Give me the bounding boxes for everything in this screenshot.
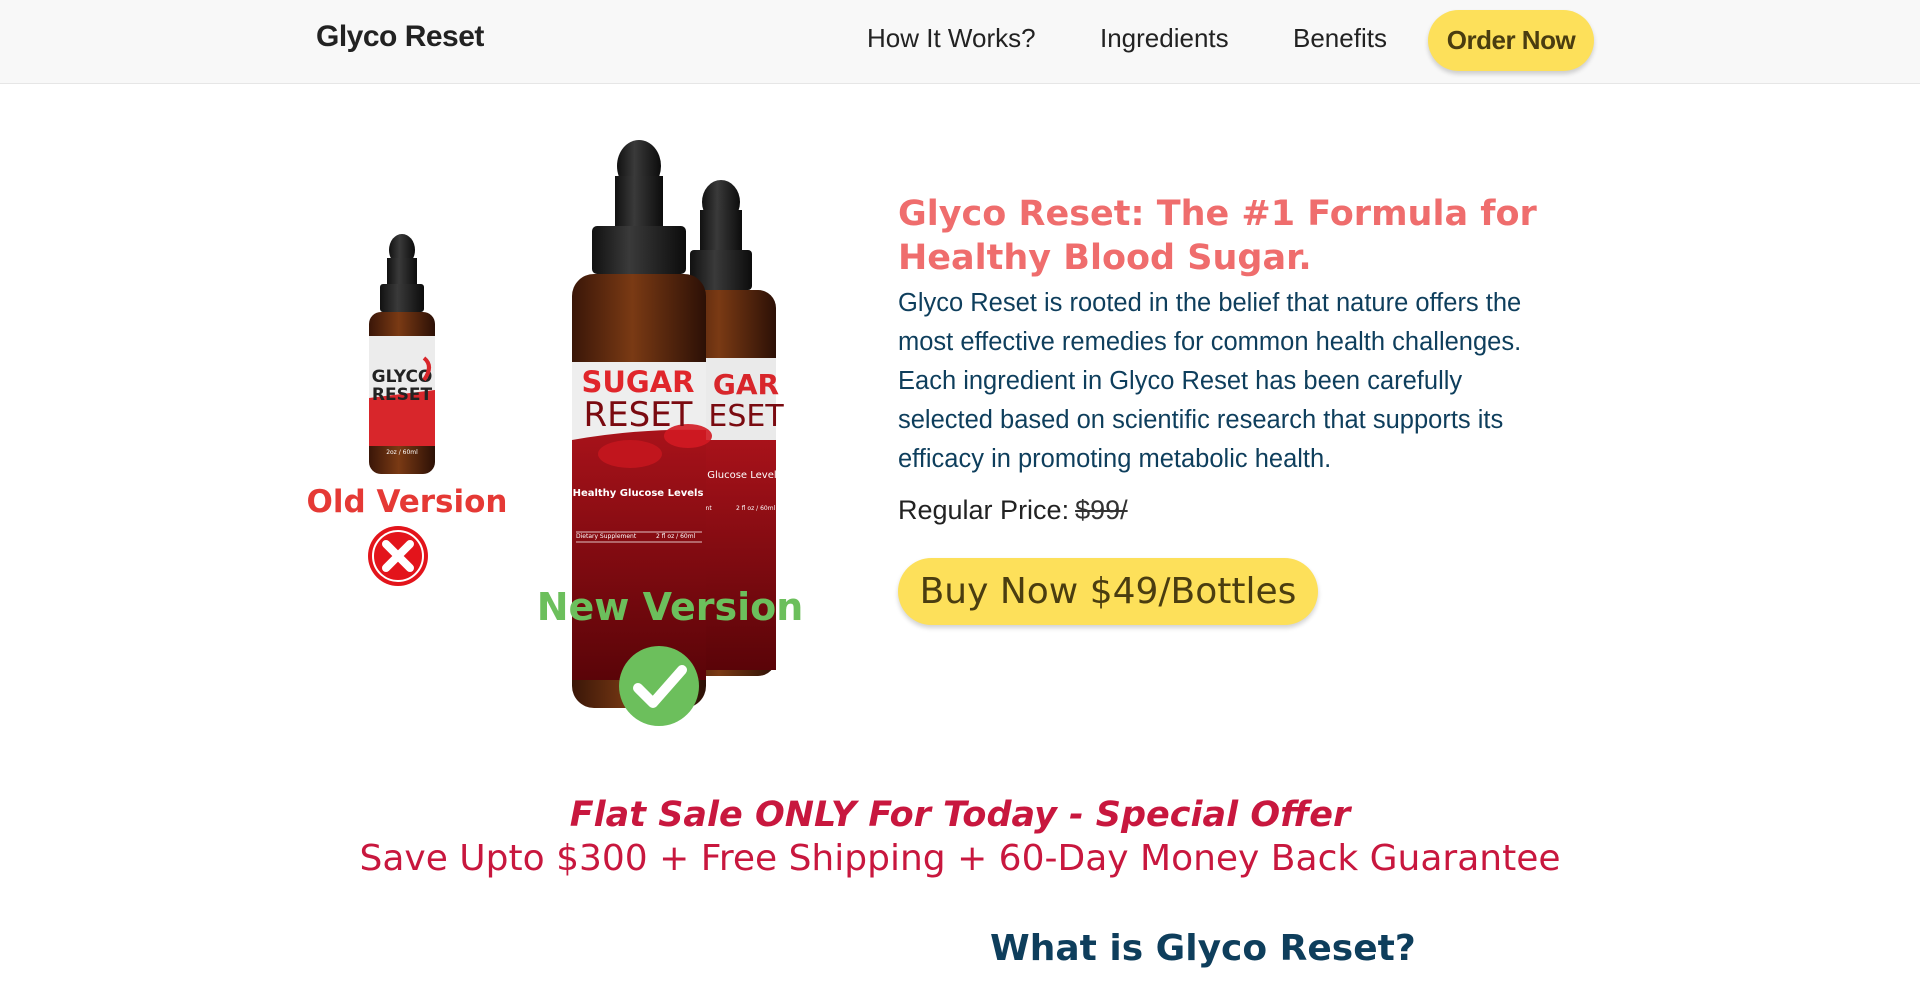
product-bottles-graphic: GLYCO RESET 2oz / 60ml Old Version GAR E… [306, 140, 804, 726]
old-bottle: GLYCO RESET 2oz / 60ml [369, 234, 435, 474]
nav-link-benefits[interactable]: Benefits [1293, 23, 1387, 54]
back-bottle-footer-right: 2 fl oz / 60ml [736, 505, 776, 512]
old-version-label: Old Version [306, 484, 507, 520]
brand-logo[interactable]: Glyco Reset [316, 20, 484, 54]
navbar: Glyco Reset How It Works? Ingredients Be… [0, 0, 1920, 84]
offer-subtitle: Save Upto $300 + Free Shipping + 60-Day … [359, 838, 1561, 879]
hero-title: Glyco Reset: The #1 Formula for Healthy … [898, 194, 1537, 278]
order-now-button[interactable]: Order Now [1428, 10, 1594, 71]
back-bottle-line1: GAR [713, 368, 779, 401]
price-row: Regular Price: $99/ [898, 495, 1128, 526]
old-bottle-size: 2oz / 60ml [386, 449, 418, 456]
front-bottle-footer-left: Dietary Supplement [576, 533, 637, 540]
old-bottle-brand-line1: GLYCO [372, 367, 433, 387]
front-bottle-line1: SUGAR [581, 365, 694, 399]
new-version-label: New Version [537, 585, 804, 629]
buy-now-button[interactable]: Buy Now $49/Bottles [898, 558, 1318, 625]
product-comparison-image: GLYCO RESET 2oz / 60ml Old Version GAR E… [300, 140, 820, 740]
checkmark-icon [619, 646, 699, 726]
front-bottle-line2: RESET [584, 395, 693, 435]
regular-price-value: $99/ [1075, 495, 1128, 525]
hero-description: Glyco Reset is rooted in the belief that… [898, 289, 1522, 473]
back-bottle-line2: ESET [708, 399, 784, 434]
old-bottle-brand-line2: RESET [372, 385, 433, 405]
section-heading-what-is: What is Glyco Reset? [990, 928, 1416, 969]
front-bottle-tagline: Healthy Glucose Levels [573, 488, 704, 499]
back-bottle-tagline: y Glucose Levels [698, 470, 782, 481]
regular-price-label: Regular Price: [898, 495, 1070, 525]
offer-title: Flat Sale ONLY For Today - Special Offer [569, 795, 1351, 835]
nav-link-how-it-works[interactable]: How It Works? [867, 23, 1036, 54]
x-mark-icon [368, 526, 428, 586]
nav-link-ingredients[interactable]: Ingredients [1100, 23, 1229, 54]
front-bottle-footer-right: 2 fl oz / 60ml [656, 533, 696, 540]
